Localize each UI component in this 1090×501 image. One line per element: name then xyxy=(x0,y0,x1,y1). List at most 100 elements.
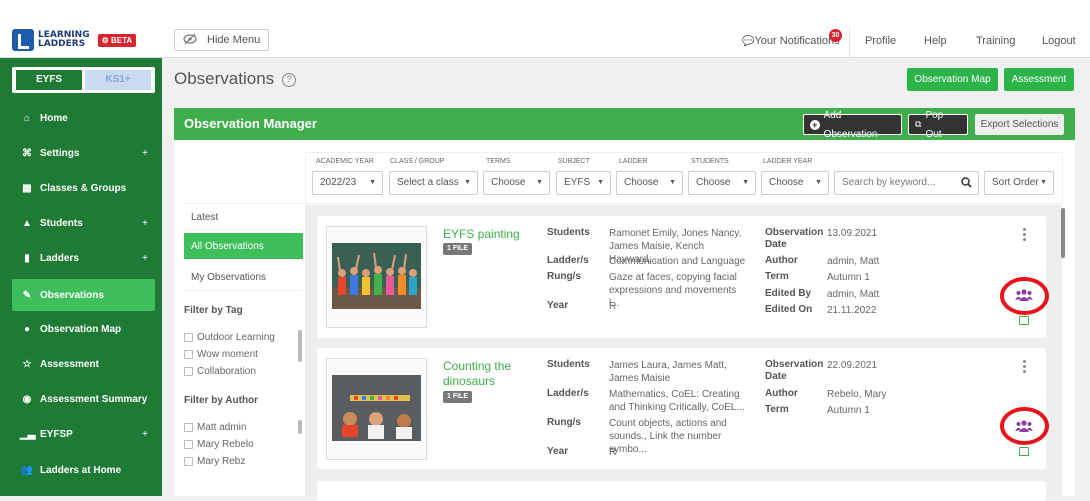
add-observation-button[interactable]: + Add Observation xyxy=(803,110,902,140)
page-title: Observations? xyxy=(174,69,297,89)
hide-menu-button[interactable]: Hide Menu xyxy=(174,29,270,51)
observation-card[interactable] xyxy=(317,481,1046,501)
help-link[interactable]: Help xyxy=(924,35,947,47)
view-latest[interactable]: Latest xyxy=(184,203,303,230)
export-selections-button[interactable]: Export Selections xyxy=(975,114,1064,135)
filter-by-tag-heading: Filter by Tag xyxy=(184,305,243,316)
checkbox[interactable] xyxy=(184,457,193,466)
class-group-select[interactable]: Select a class ▼ xyxy=(389,171,478,195)
file-count-badge: 1 FILE xyxy=(443,391,473,403)
author-scrollbar[interactable] xyxy=(298,420,302,434)
filter-label-students: STUDENTS xyxy=(691,158,729,165)
author-label: Author xyxy=(765,255,798,266)
sidebar-item-settings[interactable]: ⌘ Settings + xyxy=(0,137,162,169)
caret-down-icon: ▼ xyxy=(536,179,543,186)
rungs-value: Count objects, actions and sounds., Link… xyxy=(609,418,727,455)
sidebar-item-ladders-at-home[interactable]: 👥 Ladders at Home xyxy=(0,454,162,486)
checkbox[interactable] xyxy=(184,423,193,432)
tag-checkbox[interactable]: Collaboration xyxy=(184,366,256,377)
author-checkbox[interactable]: Mary Rebz xyxy=(184,456,245,467)
checkbox[interactable] xyxy=(184,333,193,342)
users-icon: 👥 xyxy=(20,464,34,476)
tag-scrollbar[interactable] xyxy=(298,330,302,362)
filter-by-author-heading: Filter by Author xyxy=(184,395,259,406)
rungs-label: Rung/s xyxy=(547,417,581,428)
ladder-select[interactable]: Choose ▼ xyxy=(616,171,683,195)
sidebar-item-observations[interactable]: ✎ Observations xyxy=(12,279,155,311)
list-scrollbar[interactable] xyxy=(1061,208,1065,258)
ladders-value: Mathematics, CoEL: Creating and Thinking… xyxy=(609,389,745,413)
checkbox[interactable] xyxy=(184,367,193,376)
group-users-icon[interactable] xyxy=(1015,289,1033,304)
academic-year-select[interactable]: 2022/23 ▼ xyxy=(312,171,383,195)
view-all-observations[interactable]: All Observations xyxy=(184,233,303,260)
notifications-link[interactable]: 💬Your Notifications xyxy=(742,35,840,47)
caret-down-icon: ▼ xyxy=(597,179,604,186)
edited-by-label: Edited By xyxy=(765,288,812,299)
level-switch: EYFS KS1+ xyxy=(12,67,155,93)
training-link[interactable]: Training xyxy=(976,35,1015,47)
painting-photo-icon xyxy=(332,243,421,309)
subject-select[interactable]: EYFS ▼ xyxy=(556,171,611,195)
map-marker-icon: ● xyxy=(23,323,31,335)
caret-down-icon: ▼ xyxy=(1040,179,1047,186)
caret-down-icon: ▼ xyxy=(815,179,822,186)
terms-select[interactable]: Choose ▼ xyxy=(483,171,550,195)
sidebar-item-classes-groups[interactable]: ▦ Classes & Groups xyxy=(0,172,162,204)
observation-date-value: 13.09.2021 xyxy=(827,228,878,239)
level-ks1-button[interactable]: KS1+ xyxy=(85,70,151,90)
tag-checkbox[interactable]: Wow moment xyxy=(184,349,258,360)
observation-thumbnail[interactable] xyxy=(326,358,427,460)
home-icon: ⌂ xyxy=(23,112,31,124)
filter-label-ladder: LADDER xyxy=(619,158,648,165)
sort-order-select[interactable]: Sort Order ▼ xyxy=(984,171,1054,195)
level-eyfs-button[interactable]: EYFS xyxy=(16,70,82,90)
observation-manager-title: Observation Manager xyxy=(184,116,317,131)
checkbox[interactable] xyxy=(184,440,193,449)
app-logo[interactable]: LEARNING LADDERS ⚙ BETA xyxy=(12,29,137,51)
eye-slash-icon xyxy=(183,33,197,48)
ladders-value: Communication and Language xyxy=(609,256,746,267)
report-icon[interactable] xyxy=(1019,316,1029,325)
term-value: Autumn 1 xyxy=(827,405,870,416)
caret-down-icon: ▼ xyxy=(464,179,471,186)
book-icon: ▮ xyxy=(24,252,30,264)
more-options-icon[interactable] xyxy=(1023,360,1027,375)
tag-checkbox[interactable]: Outdoor Learning xyxy=(184,332,275,343)
observation-thumbnail[interactable] xyxy=(326,226,427,328)
logout-link[interactable]: Logout xyxy=(1042,35,1076,47)
sidebar-item-assessment[interactable]: ☆ Assessment xyxy=(0,348,162,380)
author-value: admin, Matt xyxy=(827,256,880,267)
ladder-year-select[interactable]: Choose ▼ xyxy=(761,171,829,195)
author-checkbox[interactable]: Matt admin xyxy=(184,422,246,433)
students-select[interactable]: Choose ▼ xyxy=(688,171,756,195)
sidebar-item-observation-map[interactable]: ● Observation Map xyxy=(0,313,162,345)
observation-title-link[interactable]: EYFS painting xyxy=(443,227,543,242)
sidebar-item-assessment-summary[interactable]: ◉ Assessment Summary xyxy=(0,383,162,415)
checkbox[interactable] xyxy=(184,350,193,359)
caret-down-icon: ▼ xyxy=(369,179,376,186)
sidebar-item-eyfsp[interactable]: ▁▃ EYFSP + xyxy=(0,418,162,450)
assessment-button[interactable]: Assessment xyxy=(1004,68,1074,91)
sidebar-item-ladders[interactable]: ▮ Ladders + xyxy=(0,242,162,274)
observation-title-link[interactable]: Counting the dinosaurs xyxy=(443,359,523,389)
more-options-icon[interactable] xyxy=(1023,228,1027,243)
filter-label-subject: SUBJECT xyxy=(558,158,590,165)
profile-link[interactable]: Profile xyxy=(865,35,896,47)
author-checkbox[interactable]: Mary Rebelo xyxy=(184,439,254,450)
search-input[interactable]: Search by keyword... xyxy=(834,171,979,195)
sidebar-item-home[interactable]: ⌂ Home xyxy=(0,102,162,134)
view-my-observations[interactable]: My Observations xyxy=(184,264,303,291)
year-value: R xyxy=(609,301,617,312)
filter-label-academic-year: ACADEMIC YEAR xyxy=(316,158,374,165)
term-label: Term xyxy=(765,404,789,415)
chart-icon: ▁▃ xyxy=(20,428,36,440)
report-icon[interactable] xyxy=(1019,447,1029,456)
sidebar-item-students[interactable]: ▲ Students + xyxy=(0,207,162,239)
pop-out-button[interactable]: ⧉ Pop Out xyxy=(908,110,968,140)
observation-map-button[interactable]: Observation Map xyxy=(907,68,998,91)
edited-by-value: admin, Matt xyxy=(827,289,880,300)
eye-icon: ◉ xyxy=(22,393,32,405)
group-users-icon[interactable] xyxy=(1015,420,1033,435)
help-circle-icon[interactable]: ? xyxy=(282,73,297,87)
